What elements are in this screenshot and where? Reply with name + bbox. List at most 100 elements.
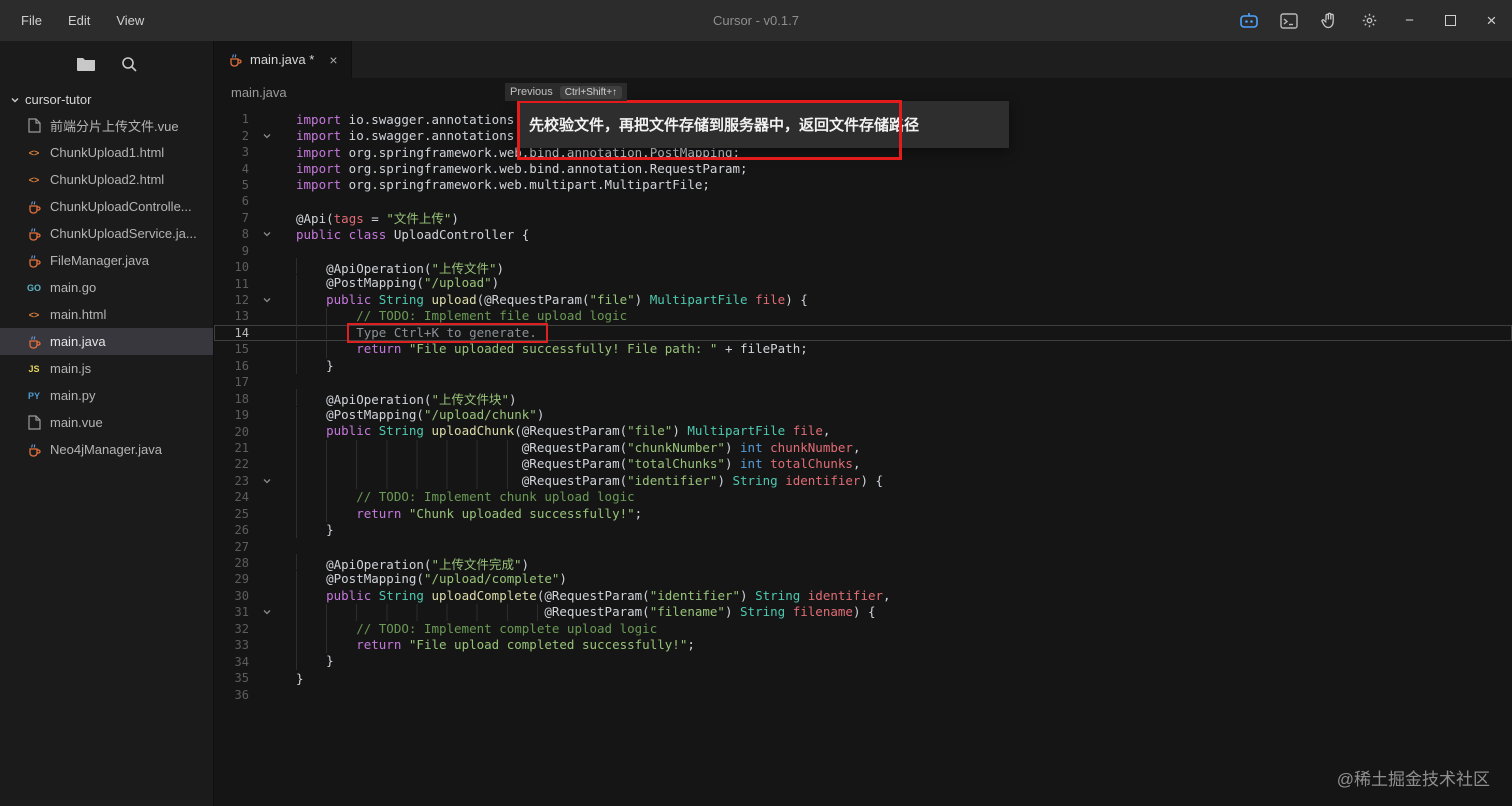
code-line[interactable]: 4 import org.springframework.web.bind.ann… bbox=[214, 160, 1512, 176]
code-text: @PostMapping("/upload/chunk") bbox=[296, 406, 544, 424]
menubar: File Edit View bbox=[0, 9, 157, 32]
tree-item[interactable]: Neo4jManager.java bbox=[0, 436, 213, 463]
tree-item[interactable]: main.java bbox=[0, 328, 213, 355]
code-line[interactable]: 20 public String uploadChunk(@RequestPara… bbox=[214, 423, 1512, 440]
fold-chevron-icon[interactable] bbox=[249, 295, 296, 305]
fold-chevron-icon[interactable] bbox=[249, 131, 296, 141]
code-line[interactable]: 22 @RequestParam("totalChunks") int total… bbox=[214, 456, 1512, 473]
code-line[interactable]: 24 // TODO: Implement chunk upload logic bbox=[214, 489, 1512, 506]
menu-file[interactable]: File bbox=[8, 9, 55, 32]
file-name: main.js bbox=[50, 361, 92, 376]
fold-chevron-icon[interactable] bbox=[249, 476, 296, 486]
code-line[interactable]: 21 @RequestParam("chunkNumber") int chunk… bbox=[214, 439, 1512, 457]
tree-item[interactable]: PY main.py bbox=[0, 382, 213, 409]
maximize-button[interactable] bbox=[1430, 0, 1471, 41]
line-number: 26 bbox=[234, 523, 249, 538]
code-line[interactable]: 12 public String upload(@RequestParam("fi… bbox=[214, 291, 1512, 309]
code-line[interactable]: 9 bbox=[214, 243, 1512, 259]
code-line[interactable]: 33 return "File upload completed successf… bbox=[214, 637, 1512, 654]
code-line[interactable]: 25 return "Chunk uploaded successfully!"; bbox=[214, 505, 1512, 522]
file-name: ChunkUpload2.html bbox=[50, 172, 165, 187]
hand-icon[interactable] bbox=[1309, 0, 1349, 41]
tree-item[interactable]: main.vue bbox=[0, 409, 213, 436]
code-line[interactable]: 6 bbox=[214, 193, 1512, 209]
code-line[interactable]: 15 return "File uploaded successfully! Fi… bbox=[214, 341, 1512, 358]
file-name: Neo4jManager.java bbox=[50, 442, 163, 457]
tree-item[interactable]: 前端分片上传文件.vue bbox=[0, 112, 213, 139]
line-number: 23 bbox=[234, 473, 249, 488]
java-file-icon bbox=[26, 254, 42, 268]
ai-suggestion-panel: 先校验文件，再把文件存储到服务器中，返回文件存储路径 bbox=[517, 101, 1009, 148]
inline-generate-hint-box[interactable]: Type Ctrl+K to generate. bbox=[347, 322, 548, 343]
tree-item[interactable]: ChunkUploadService.ja... bbox=[0, 220, 213, 247]
code-text: @PostMapping("/upload/complete") bbox=[296, 571, 567, 588]
explorer-sidebar: cursor-tutor 前端分片上传文件.vue <> ChunkUpload1.… bbox=[0, 41, 214, 806]
file-tree: 前端分片上传文件.vue <> ChunkUpload1.html <> ChunkUp… bbox=[0, 112, 213, 463]
code-line[interactable]: 28 @ApiOperation("上传文件完成") bbox=[214, 553, 1512, 573]
code-line[interactable]: 26} bbox=[214, 521, 1512, 539]
code-text: @RequestParam("identifier") String ident… bbox=[296, 472, 883, 490]
code-line[interactable]: 19 @PostMapping("/upload/chunk") bbox=[214, 406, 1512, 424]
close-button[interactable]: × bbox=[1471, 0, 1512, 41]
file-name: ChunkUploadControlle... bbox=[50, 199, 192, 214]
terminal-panel-icon[interactable] bbox=[1269, 0, 1309, 41]
tree-item[interactable]: <> ChunkUpload2.html bbox=[0, 166, 213, 193]
code-line[interactable]: 8 public class UploadController { bbox=[214, 226, 1512, 242]
fold-chevron-icon[interactable] bbox=[249, 229, 296, 239]
tab-close-icon[interactable]: × bbox=[329, 53, 337, 67]
tree-item[interactable]: JS main.js bbox=[0, 355, 213, 382]
tree-item[interactable]: ChunkUploadControlle... bbox=[0, 193, 213, 220]
code-line[interactable]: 7 @Api(tags = "文件上传") bbox=[214, 210, 1512, 227]
file-name: ChunkUpload1.html bbox=[50, 145, 165, 160]
tree-item[interactable]: GO main.go bbox=[0, 274, 213, 301]
search-icon[interactable] bbox=[120, 55, 138, 73]
assistant-icon[interactable] bbox=[1229, 0, 1269, 41]
fold-chevron-icon[interactable] bbox=[249, 607, 296, 617]
html-file-icon: <> bbox=[28, 174, 40, 185]
code-line[interactable]: 14 Type Ctrl+K to generate. bbox=[214, 322, 1512, 343]
tree-item[interactable]: <> main.html bbox=[0, 301, 213, 328]
code-line[interactable]: 16} bbox=[214, 357, 1512, 374]
js-file-icon: JS bbox=[28, 363, 40, 374]
code-line[interactable]: 27 bbox=[214, 538, 1512, 554]
minimize-button[interactable]: − bbox=[1389, 0, 1430, 41]
settings-icon[interactable] bbox=[1349, 0, 1389, 41]
code-line[interactable]: 17 bbox=[214, 374, 1512, 390]
code-line[interactable]: 11 @PostMapping("/upload") bbox=[214, 275, 1512, 292]
code-text: public String uploadComplete(@RequestPar… bbox=[296, 587, 891, 605]
line-number: 19 bbox=[234, 408, 249, 423]
code-line[interactable]: 10 @ApiOperation("上传文件") bbox=[214, 257, 1512, 276]
code-line[interactable]: 31 @RequestParam("filename") String filen… bbox=[214, 604, 1512, 621]
code-text: @RequestParam("chunkNumber") int chunkNu… bbox=[296, 439, 860, 457]
tree-item[interactable]: FileManager.java bbox=[0, 247, 213, 274]
tree-item[interactable]: <> ChunkUpload1.html bbox=[0, 139, 213, 166]
code-line[interactable]: 34} bbox=[214, 653, 1512, 670]
breadcrumb-label: main.java bbox=[231, 84, 287, 100]
code-line[interactable]: 5 import org.springframework.web.multipar… bbox=[214, 177, 1512, 193]
file-name: FileManager.java bbox=[50, 253, 149, 268]
code-line[interactable]: 35} bbox=[214, 670, 1512, 686]
ai-nav-tooltip[interactable]: Previous Ctrl+Shift+↑ bbox=[505, 83, 628, 101]
code-text: @ApiOperation("上传文件完成") bbox=[296, 553, 529, 573]
java-file-icon bbox=[26, 335, 42, 349]
tab-main-java[interactable]: main.java * × bbox=[214, 41, 352, 78]
line-number: 6 bbox=[241, 194, 249, 209]
line-number: 5 bbox=[241, 177, 249, 192]
java-file-icon bbox=[26, 227, 42, 241]
code-text: } bbox=[296, 653, 334, 670]
py-file-icon: PY bbox=[27, 390, 40, 401]
code-line[interactable]: 18 @ApiOperation("上传文件块") bbox=[214, 389, 1512, 407]
menu-view[interactable]: View bbox=[103, 9, 157, 32]
line-number: 18 bbox=[234, 391, 249, 406]
code-line[interactable]: 30 public String uploadComplete(@RequestP… bbox=[214, 587, 1512, 605]
code-line[interactable]: 23 @RequestParam("identifier") String ide… bbox=[214, 472, 1512, 490]
code-line[interactable]: 32 // TODO: Implement complete upload log… bbox=[214, 620, 1512, 637]
line-number: 36 bbox=[234, 687, 249, 702]
folder-icon[interactable] bbox=[76, 56, 96, 72]
code-line[interactable]: 29 @PostMapping("/upload/complete") bbox=[214, 571, 1512, 588]
code-line[interactable]: 36 bbox=[214, 686, 1512, 702]
code-text: } bbox=[296, 521, 334, 539]
tree-root-folder[interactable]: cursor-tutor bbox=[0, 87, 213, 112]
chevron-down-icon bbox=[10, 95, 20, 105]
menu-edit[interactable]: Edit bbox=[55, 9, 103, 32]
